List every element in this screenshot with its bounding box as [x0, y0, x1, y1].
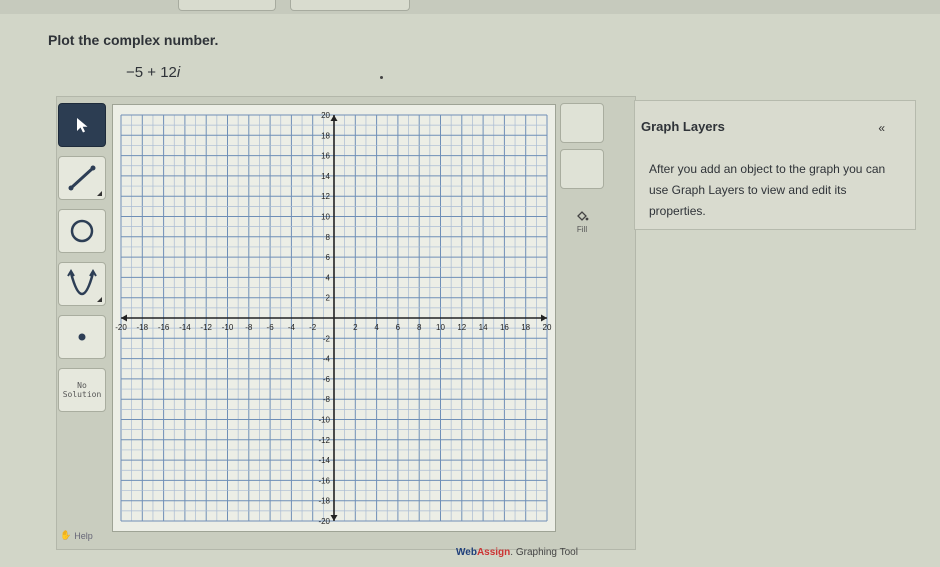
x-tick-label: 8: [417, 323, 422, 332]
line-tool[interactable]: [58, 156, 106, 200]
no-solution-button[interactable]: No Solution: [58, 368, 106, 412]
x-tick-label: 12: [457, 323, 466, 332]
operator: +: [147, 64, 157, 81]
webassign-footer: WebAssign. Graphing Tool: [456, 547, 578, 558]
help-link[interactable]: ✋ Help: [60, 530, 93, 541]
real-part: −5: [126, 64, 144, 81]
stray-dot: [380, 76, 383, 79]
help-icon: ✋: [60, 530, 72, 540]
x-tick-label: -20: [115, 323, 127, 332]
graph-canvas[interactable]: -20 -18 -16 -14 -12 -10 -8 -6 -4 -2 2 4 6 8 10 12 14 16 18…: [112, 104, 556, 532]
x-axis-arrow-left: [121, 314, 127, 322]
x-tick-label: 2: [353, 323, 358, 332]
y-tick-label: -20: [318, 517, 330, 526]
y-tick-label: 16: [321, 152, 330, 161]
fill-button[interactable]: Fill: [560, 199, 604, 243]
parabola-tool[interactable]: [58, 262, 106, 306]
y-tick-label: 10: [321, 213, 330, 222]
x-axis-arrow-right: [541, 314, 547, 322]
x-tick-label: 6: [396, 323, 401, 332]
collapse-icon[interactable]: «: [878, 121, 885, 135]
point-icon: [78, 333, 86, 341]
point-tool[interactable]: [58, 315, 106, 359]
imaginary-part: 12: [160, 64, 177, 81]
x-tick-label: -14: [179, 323, 191, 332]
graph-layers-message: After you add an object to the graph you…: [649, 162, 886, 218]
y-tick-label: 12: [321, 192, 330, 201]
submenu-corner-icon: [97, 297, 102, 302]
coordinate-grid[interactable]: -20 -18 -16 -14 -12 -10 -8 -6 -4 -2 2 4 6 8 10 12 14 16 18…: [113, 105, 555, 531]
fill-label: Fill: [576, 224, 588, 234]
complex-number: −5 + 12i: [126, 64, 180, 81]
x-tick-label: 10: [436, 323, 445, 332]
parabola-icon: [67, 269, 97, 295]
circle-icon: [70, 219, 94, 243]
x-tick-label: 20: [543, 323, 552, 332]
x-tick-label: 4: [374, 323, 379, 332]
y-tick-label: 2: [326, 294, 331, 303]
line-segment-icon: [68, 165, 96, 191]
y-tick-label: -14: [318, 456, 330, 465]
x-tick-label: -16: [158, 323, 170, 332]
y-tick-label: 18: [321, 131, 330, 140]
paint-bucket-icon: [577, 210, 589, 221]
redo-button[interactable]: [560, 149, 604, 189]
question-prompt: Plot the complex number.: [48, 32, 219, 48]
x-tick-label: -8: [245, 323, 253, 332]
imaginary-unit: i: [176, 64, 181, 81]
y-tick-label: -16: [318, 476, 330, 485]
x-tick-label: 14: [479, 323, 488, 332]
y-tick-label: -12: [318, 436, 330, 445]
y-tick-label: -2: [323, 334, 331, 343]
top-strip: [0, 0, 940, 14]
graph-layers-title: Graph Layers: [641, 119, 725, 134]
circle-tool[interactable]: [58, 209, 106, 253]
no-solution-label: No Solution: [62, 381, 102, 399]
x-tick-label: -4: [288, 323, 296, 332]
x-tick-label: 18: [521, 323, 530, 332]
graph-layers-panel: Graph Layers « After you add an object t…: [634, 100, 916, 230]
y-tick-label: 14: [321, 172, 330, 181]
x-tick-label: -18: [137, 323, 149, 332]
undo-button[interactable]: [560, 103, 604, 143]
y-tick-label: -10: [318, 416, 330, 425]
x-tick-label: -12: [200, 323, 212, 332]
y-tick-label: -18: [318, 497, 330, 506]
y-tick-label: -4: [323, 355, 331, 364]
x-tick-label: 16: [500, 323, 509, 332]
x-tick-label: -2: [309, 323, 317, 332]
submenu-corner-icon: [97, 191, 102, 196]
top-tab-notes[interactable]: [290, 0, 410, 11]
arrow-pointer-icon: [77, 118, 88, 133]
y-axis-arrow-down: [330, 515, 338, 521]
y-axis-arrow-up: [330, 115, 338, 121]
y-tick-label: 8: [326, 233, 331, 242]
y-tick-label: -8: [323, 395, 331, 404]
pointer-tool[interactable]: [58, 103, 106, 147]
x-tick-label: -6: [267, 323, 275, 332]
y-tick-label: -6: [323, 375, 331, 384]
x-tick-label: -10: [222, 323, 234, 332]
y-tick-label: 6: [326, 253, 331, 262]
top-tab-details[interactable]: [178, 0, 276, 11]
y-tick-label: 20: [321, 111, 330, 120]
y-tick-label: 4: [326, 273, 331, 282]
